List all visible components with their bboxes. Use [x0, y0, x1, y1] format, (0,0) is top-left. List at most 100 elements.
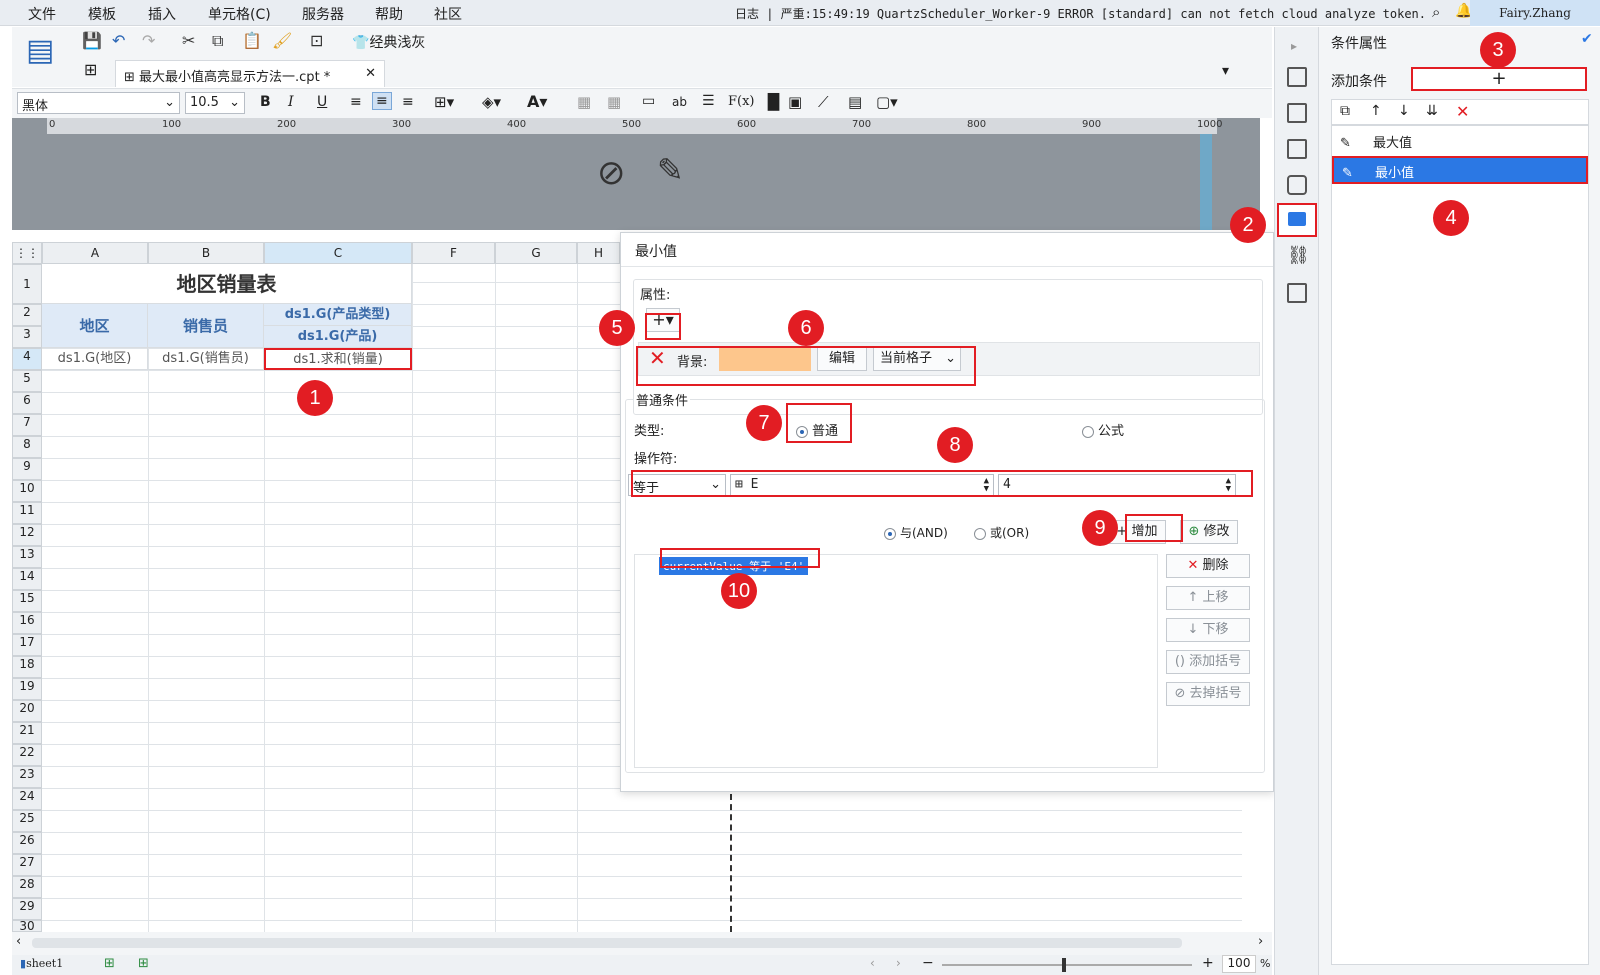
pencil-icon[interactable]: ✎	[657, 151, 684, 189]
pin-icon[interactable]: ✔	[1581, 31, 1593, 47]
cell-grid-icon[interactable]: ⊞	[84, 60, 97, 79]
or-radio[interactable]: 或(OR)	[974, 524, 1029, 541]
column-header-a[interactable]: A	[42, 242, 148, 264]
row-header-17[interactable]: 17	[12, 634, 42, 656]
align-center-icon[interactable]: ≡	[372, 92, 392, 110]
row-header-28[interactable]: 28	[12, 876, 42, 898]
copy-condition-icon[interactable]: ⧉	[1340, 103, 1350, 119]
row-header-29[interactable]: 29	[12, 898, 42, 920]
redo-icon[interactable]: ↷	[142, 31, 155, 50]
row-header-4[interactable]: 4	[12, 348, 42, 370]
font-color-icon[interactable]: A▾	[527, 92, 547, 111]
cell-attr-icon[interactable]	[1287, 67, 1307, 87]
font-size-select[interactable]: 10.5 ⌄	[185, 92, 245, 114]
row-header-14[interactable]: 14	[12, 568, 42, 590]
cell-header-product[interactable]: ds1.G(产品)	[264, 326, 412, 348]
menu-server[interactable]: 服务器	[302, 4, 344, 24]
row-header-26[interactable]: 26	[12, 832, 42, 854]
hyperlink-icon[interactable]: ⛓	[1287, 245, 1310, 266]
cell-border-icon[interactable]: ▢▾	[876, 93, 898, 111]
zoom-in-icon[interactable]: +	[1202, 955, 1214, 971]
cell-data-sum[interactable]: ds1.求和(销量)	[264, 348, 412, 370]
sheet-tab[interactable]: ▮sheet1	[20, 957, 63, 970]
delete-condition-button[interactable]: ✕ 删除	[1166, 554, 1250, 578]
text-icon[interactable]: ▭	[642, 93, 655, 109]
row-header-6[interactable]: 6	[12, 392, 42, 414]
cut-icon[interactable]: ✂	[182, 31, 195, 50]
and-radio[interactable]: 与(AND)	[884, 524, 948, 541]
row-header-13[interactable]: 13	[12, 546, 42, 568]
user-name[interactable]: Fairy.Zhang	[1470, 0, 1600, 26]
add-report-icon[interactable]: ⊞	[138, 956, 149, 971]
add-condition-button-panel[interactable]: +	[1411, 67, 1587, 91]
image-icon[interactable]: ▣	[788, 93, 802, 111]
data-attr-icon[interactable]	[1287, 103, 1307, 123]
row-header-23[interactable]: 23	[12, 766, 42, 788]
row-header-30[interactable]: 30	[12, 920, 42, 932]
scroll-left-icon[interactable]: ‹	[16, 934, 21, 949]
row-header-7[interactable]: 7	[12, 414, 42, 436]
row-header-19[interactable]: 19	[12, 678, 42, 700]
ab-icon[interactable]: ab	[672, 95, 687, 109]
menu-cell[interactable]: 单元格(C)	[208, 4, 271, 24]
row-header-12[interactable]: 12	[12, 524, 42, 546]
add-paren-button[interactable]: () 添加括号	[1166, 650, 1250, 674]
condition-list[interactable]: currentValue 等于 'E4'	[634, 554, 1158, 768]
expand-arrow-icon[interactable]: ▸	[1291, 39, 1297, 53]
extra-attr-icon[interactable]	[1287, 283, 1307, 303]
sort-icon[interactable]: ⇊	[1426, 103, 1438, 119]
chart-icon[interactable]: ▐▌	[762, 93, 785, 111]
element-icon[interactable]	[1287, 139, 1307, 159]
subreport-icon[interactable]: ▤	[848, 93, 862, 111]
menu-community[interactable]: 社区	[434, 4, 462, 24]
split-icon[interactable]: ▦	[607, 93, 621, 111]
cell-data-seller[interactable]: ds1.G(销售员)	[148, 348, 264, 370]
zoom-value[interactable]: 100	[1222, 955, 1256, 973]
widget-icon[interactable]	[1287, 175, 1307, 195]
cell-header-product-type[interactable]: ds1.G(产品类型)	[264, 304, 412, 326]
align-left-icon[interactable]: ≡	[350, 94, 362, 110]
row-header-16[interactable]: 16	[12, 612, 42, 634]
column-header-f[interactable]: F	[412, 242, 495, 264]
condition-attr-tab[interactable]	[1277, 203, 1317, 237]
fill-color-icon[interactable]: ◈▾	[482, 93, 501, 111]
move-down-icon[interactable]: ↓	[1398, 103, 1410, 119]
report-icon[interactable]: ▤	[26, 33, 54, 68]
remove-condition-icon[interactable]: ✕	[1456, 102, 1469, 121]
save-icon[interactable]: 💾	[82, 31, 102, 50]
row-header-20[interactable]: 20	[12, 700, 42, 722]
zoom-slider-handle[interactable]	[1062, 958, 1066, 972]
italic-icon[interactable]: I	[288, 94, 294, 110]
row-header-10[interactable]: 10	[12, 480, 42, 502]
cell-data-region[interactable]: ds1.G(地区)	[42, 348, 148, 370]
menu-template[interactable]: 模板	[88, 4, 116, 24]
search-icon[interactable]: ⌕	[1432, 3, 1440, 21]
menu-insert[interactable]: 插入	[148, 4, 176, 24]
tab-menu-icon[interactable]: ▾	[1222, 63, 1229, 79]
horizontal-scrollbar[interactable]: ‹ ›	[12, 932, 1272, 955]
menu-file[interactable]: 文件	[28, 4, 56, 24]
cell-header-region[interactable]: 地区	[42, 304, 148, 348]
condition-item-min[interactable]: ✎ 最小值	[1332, 156, 1588, 184]
underline-icon[interactable]: U	[317, 94, 327, 110]
column-header-b[interactable]: B	[148, 242, 264, 264]
cell-header-seller[interactable]: 销售员	[148, 304, 264, 348]
tab-close-icon[interactable]: ✕	[365, 66, 376, 81]
condition-item-max[interactable]: ✎ 最大值	[1332, 128, 1588, 154]
font-select[interactable]: 黑体 ⌄	[17, 92, 180, 114]
format-painter-icon[interactable]: 🖌	[272, 31, 292, 50]
move-up-button[interactable]: ↑ 上移	[1166, 586, 1250, 610]
move-up-icon[interactable]: ↑	[1370, 103, 1382, 119]
undo-icon[interactable]: ↶	[112, 31, 125, 50]
row-header-3[interactable]: 3	[12, 326, 42, 348]
zoom-out-icon[interactable]: −	[922, 955, 934, 971]
row-header-8[interactable]: 8	[12, 436, 42, 458]
next-page-icon[interactable]: ›	[896, 956, 901, 970]
hide-eye-icon[interactable]: ⊘	[597, 153, 626, 193]
row-header-1[interactable]: 1	[12, 264, 42, 304]
formula-icon[interactable]: F(x)	[728, 94, 755, 109]
move-down-button[interactable]: ↓ 下移	[1166, 618, 1250, 642]
remove-paren-button[interactable]: ⊘ 去掉括号	[1166, 682, 1250, 706]
preview-icon[interactable]: ⊡	[310, 31, 323, 50]
column-header-h[interactable]: H	[577, 242, 620, 264]
